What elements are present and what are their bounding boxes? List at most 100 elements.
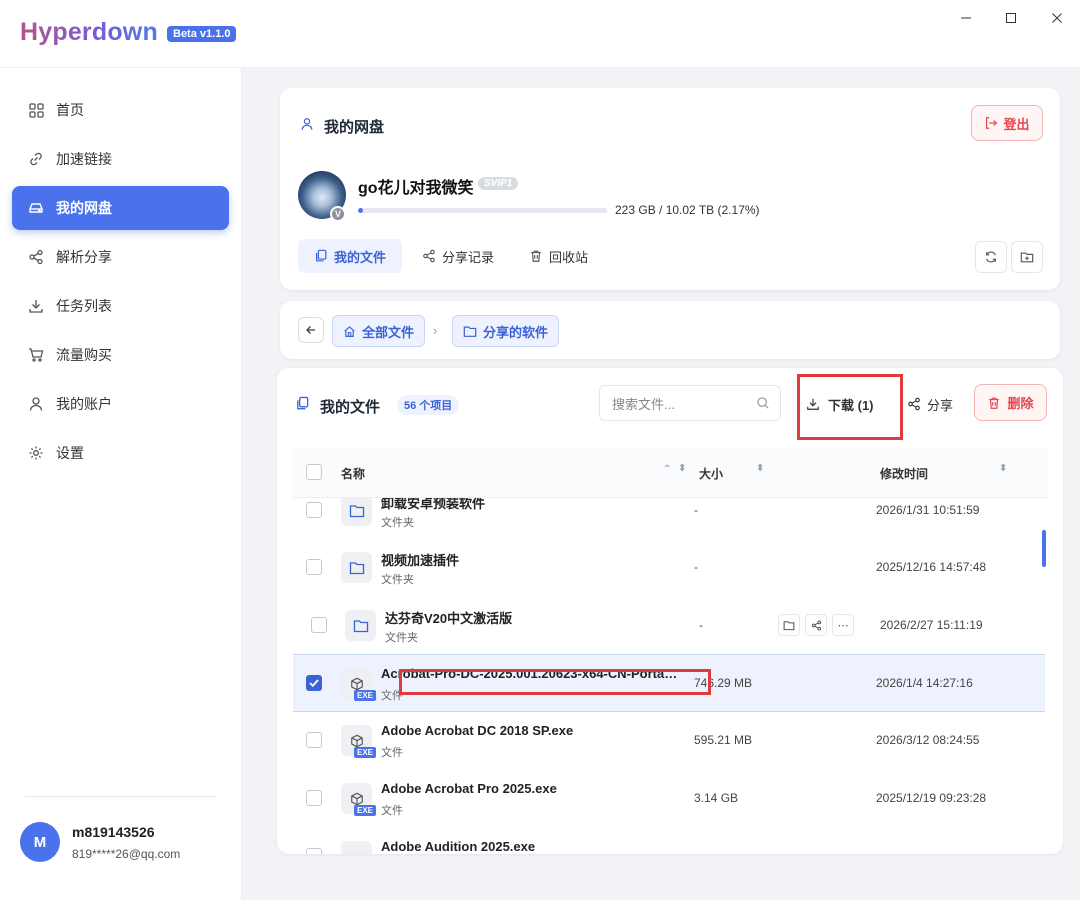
table-row[interactable]: 达芬奇V20中文激活版 文件夹 - ⋯ 2026/2/27 15:11:19 — [293, 597, 1045, 654]
folder-icon — [341, 552, 372, 583]
sidebar-item-my-drive[interactable]: 我的网盘 — [12, 186, 229, 230]
table-row[interactable]: 卸载安卓预装软件 文件夹 - 2026/1/31 10:51:59 — [293, 498, 1045, 539]
logout-button[interactable]: 登出 — [971, 105, 1043, 141]
file-size: - — [694, 503, 698, 517]
refresh-icon — [986, 251, 996, 263]
exe-badge: EXE — [354, 690, 377, 701]
column-size-header[interactable]: 大小 — [699, 465, 723, 482]
breadcrumb-shared-software[interactable]: 分享的软件 — [452, 315, 560, 347]
row-checkbox[interactable] — [311, 617, 327, 633]
sidebar-item-task-list[interactable]: 任务列表 — [12, 284, 229, 328]
file-name[interactable]: 达芬奇V20中文激活版 — [385, 608, 512, 627]
table-row[interactable]: 视频加速插件 文件夹 - 2025/12/16 14:57:48 — [293, 539, 1045, 596]
file-type: 文件夹 — [385, 632, 418, 644]
tab-share-records[interactable]: 分享记录 — [406, 239, 510, 273]
file-modified: 2025/12/16 14:57:48 — [876, 560, 987, 574]
search-icon — [756, 396, 770, 413]
quota-progress-bar — [358, 208, 607, 213]
breadcrumb-all-files[interactable]: 全部文件 — [332, 315, 426, 347]
file-modified: 2026/3/12 08:24:55 — [876, 733, 980, 747]
drive-card-title: 我的网盘 — [324, 119, 385, 136]
back-button[interactable] — [298, 317, 324, 343]
sidebar-item-home[interactable]: 首页 — [12, 88, 229, 132]
svip-badge: SVIP1 — [478, 177, 519, 190]
minimize-icon[interactable] — [954, 6, 978, 30]
row-actions: ⋯ — [778, 614, 854, 636]
sidebar-item-label: 流量购买 — [56, 347, 112, 363]
search-input[interactable]: 搜索文件... — [599, 385, 781, 421]
sidebar-item-my-account[interactable]: 我的账户 — [12, 382, 229, 426]
delete-button[interactable]: 删除 — [974, 384, 1047, 421]
file-name[interactable]: 卸载安卓预装软件 — [381, 498, 485, 512]
file-modified: 2026/1/4 14:27:16 — [876, 676, 973, 690]
file-name[interactable]: Adobe Acrobat DC 2018 SP.exe — [381, 723, 573, 738]
breadcrumb: 全部文件 › 分享的软件 — [280, 301, 1060, 359]
file-name[interactable]: Adobe Acrobat Pro 2025.exe — [381, 781, 557, 796]
files-icon — [295, 396, 310, 416]
sidebar-item-label: 首页 — [56, 102, 84, 118]
sidebar-item-parse-share[interactable]: 解析分享 — [12, 235, 229, 279]
file-modified: 2026/1/31 10:51:59 — [876, 503, 980, 517]
share-button[interactable]: 分享 — [907, 392, 953, 416]
sort-toggle-icon[interactable]: ⬍ — [756, 463, 764, 474]
share-icon[interactable] — [805, 614, 827, 636]
files-card-title: 我的文件 — [320, 399, 381, 416]
download-icon — [28, 298, 44, 314]
row-checkbox[interactable] — [306, 675, 322, 691]
exe-badge: EXE — [354, 805, 377, 816]
more-icon[interactable]: ⋯ — [832, 614, 854, 636]
trash-icon — [989, 397, 1000, 409]
account-email: 819*****26@qq.com — [72, 847, 181, 861]
sidebar-item-label: 我的账户 — [56, 396, 112, 412]
maximize-icon[interactable] — [999, 6, 1023, 30]
drive-card: 我的网盘 登出 V go花儿对我微笑 SVIP1 223 GB / 10.02 … — [280, 88, 1060, 290]
drive-icon — [28, 200, 44, 216]
trash-icon — [531, 250, 541, 262]
file-modified: 2026/2/27 15:11:19 — [880, 618, 983, 632]
sidebar-item-label: 我的网盘 — [56, 200, 112, 216]
share-icon — [908, 397, 920, 411]
account-name: m819143526 — [72, 824, 155, 840]
sidebar-item-settings[interactable]: 设置 — [12, 431, 229, 475]
open-folder-icon[interactable] — [778, 614, 800, 636]
check-icon — [309, 679, 319, 687]
gear-icon — [28, 445, 44, 461]
file-size: - — [694, 560, 698, 574]
arrow-left-icon — [306, 326, 315, 334]
column-name-header[interactable]: 名称 — [341, 465, 365, 482]
grid-icon — [28, 102, 44, 118]
refresh-button[interactable] — [975, 241, 1007, 273]
row-checkbox[interactable] — [306, 559, 322, 575]
item-count-badge: 56 个项目 — [397, 395, 460, 415]
tab-my-files[interactable]: 我的文件 — [298, 239, 403, 273]
sort-toggle-icon[interactable]: ⬍ — [999, 463, 1007, 474]
scrollbar-thumb[interactable] — [1042, 530, 1046, 567]
select-all-checkbox[interactable] — [306, 464, 322, 480]
table-row[interactable]: EXE Adobe Acrobat Pro 2025.exe 文件 3.14 G… — [293, 770, 1045, 827]
quota-text: 223 GB / 10.02 TB (2.17%) — [615, 203, 760, 217]
sidebar-item-buy-traffic[interactable]: 流量购买 — [12, 333, 229, 377]
new-folder-button[interactable] — [1011, 241, 1043, 273]
close-icon[interactable] — [1045, 6, 1069, 30]
table-row[interactable]: Adobe Audition 2025.exe — [293, 828, 1045, 854]
share-icon — [28, 249, 44, 265]
highlight-box-filename — [399, 669, 711, 695]
row-checkbox[interactable] — [306, 732, 322, 748]
title-bar: Hyperdown Beta v1.1.0 — [0, 0, 1080, 68]
folder-icon — [341, 498, 372, 526]
table-row[interactable]: EXE Adobe Acrobat DC 2018 SP.exe 文件 595.… — [293, 712, 1045, 769]
row-checkbox[interactable] — [306, 790, 322, 806]
tab-recycle-bin[interactable]: 回收站 — [513, 239, 604, 273]
version-badge: Beta v1.1.0 — [167, 26, 237, 42]
vip-badge: V — [330, 206, 346, 222]
file-name[interactable]: 视频加速插件 — [381, 550, 459, 569]
sort-up-icon[interactable]: ⌃ — [663, 464, 671, 475]
sidebar: 首页 加速链接 我的网盘 解析分享 任务列表 流量购买 我的账户 设置 M m8… — [0, 68, 242, 900]
file-name[interactable]: Adobe Audition 2025.exe — [381, 839, 535, 854]
row-checkbox[interactable] — [306, 502, 322, 518]
row-checkbox[interactable] — [306, 848, 322, 854]
account-avatar[interactable]: M — [20, 822, 60, 862]
sort-toggle-icon[interactable]: ⬍ — [678, 463, 686, 474]
sidebar-item-accelerate-link[interactable]: 加速链接 — [12, 137, 229, 181]
column-modified-header[interactable]: 修改时间 — [880, 465, 928, 482]
